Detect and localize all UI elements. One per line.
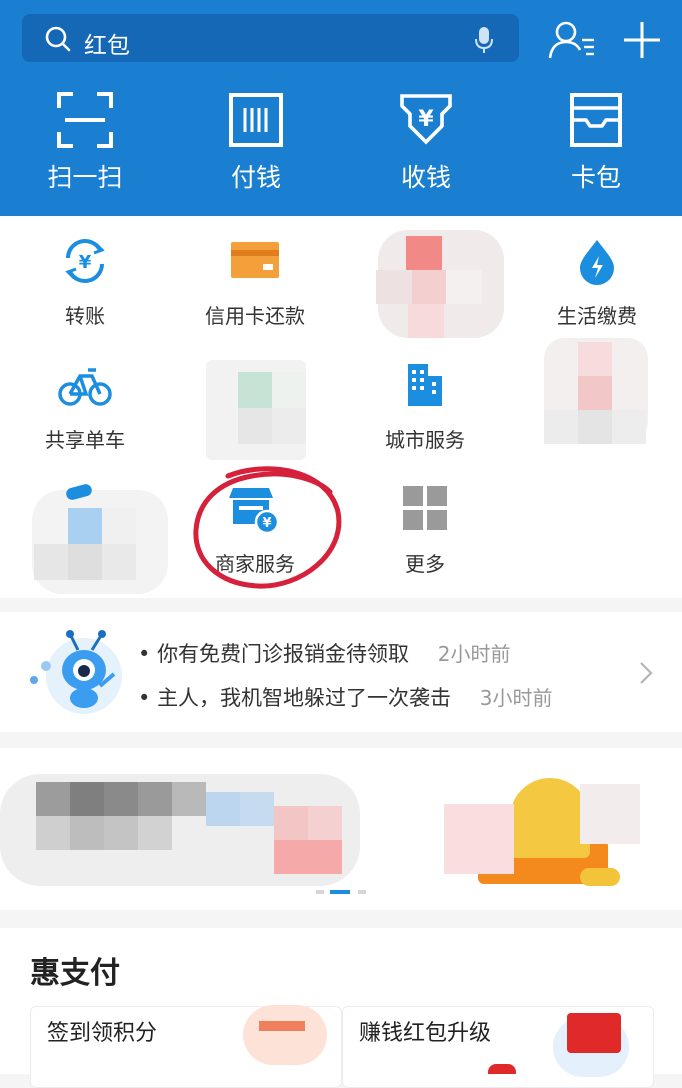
mosaic-tile bbox=[444, 804, 514, 874]
mosaic-tile bbox=[70, 816, 104, 850]
svg-text:¥: ¥ bbox=[79, 252, 92, 273]
service-credit-card[interactable]: 信用卡还款 bbox=[170, 236, 340, 329]
service-utility[interactable]: 生活缴费 bbox=[512, 236, 682, 329]
section-title: 惠支付 bbox=[30, 956, 120, 991]
news-text: 主人，我机智地躲过了一次袭击 bbox=[157, 686, 452, 710]
service-label: 更多 bbox=[405, 552, 445, 576]
redpacket-icon bbox=[567, 1013, 621, 1053]
bike-icon bbox=[58, 368, 112, 406]
scan-icon bbox=[57, 92, 113, 148]
service-city[interactable]: 城市服务 bbox=[340, 360, 510, 453]
city-icon bbox=[408, 364, 442, 406]
service-label: 信用卡还款 bbox=[205, 304, 305, 328]
cardpack-icon bbox=[570, 93, 622, 147]
scan-label: 扫一扫 bbox=[47, 163, 123, 192]
mosaic-tile bbox=[104, 782, 138, 816]
service-label: 城市服务 bbox=[385, 428, 465, 452]
pay-icon bbox=[229, 93, 283, 147]
mosaic-tile bbox=[36, 782, 70, 816]
calendar-top bbox=[259, 1021, 305, 1031]
calendar-icon bbox=[243, 1005, 327, 1065]
svg-text:¥: ¥ bbox=[418, 107, 434, 132]
service-bike[interactable]: 共享单车 bbox=[0, 360, 170, 453]
mosaic-tile bbox=[138, 782, 172, 816]
news-time: 2小时前 bbox=[437, 642, 511, 666]
news-item[interactable]: • 你有免费门诊报销金待领取 2小时前 bbox=[138, 638, 510, 668]
news-time: 3小时前 bbox=[479, 686, 553, 710]
mosaic-tile bbox=[580, 784, 640, 844]
service-label: 共享单车 bbox=[45, 428, 125, 452]
news-item[interactable]: • 主人，我机智地躲过了一次袭击 3小时前 bbox=[138, 682, 552, 712]
red-circle-annotation bbox=[193, 466, 342, 589]
card-title: 签到领积分 bbox=[47, 1021, 158, 1046]
page-dot[interactable] bbox=[316, 890, 324, 894]
cardpack-label: 卡包 bbox=[570, 163, 621, 192]
bullet-dot: • bbox=[138, 642, 158, 666]
page-dot-active[interactable] bbox=[330, 890, 350, 894]
pay-button[interactable]: 付钱 bbox=[196, 92, 316, 202]
news-text: 你有免费门诊报销金待领取 bbox=[157, 642, 410, 666]
microphone-icon[interactable] bbox=[474, 26, 494, 54]
receive-label: 收钱 bbox=[400, 163, 451, 192]
service-more[interactable]: 更多 bbox=[340, 484, 510, 577]
receive-icon: ¥ bbox=[400, 94, 452, 145]
search-box[interactable]: 红包 bbox=[22, 14, 519, 62]
banner-image-egg bbox=[510, 778, 590, 858]
service-label: 转账 bbox=[65, 304, 105, 328]
mosaic-tile bbox=[104, 816, 138, 850]
plus-icon[interactable] bbox=[622, 20, 662, 60]
page-dot[interactable] bbox=[358, 890, 366, 894]
mosaic-tile bbox=[70, 782, 104, 816]
news-section[interactable]: • 你有免费门诊报销金待领取 2小时前 • 主人，我机智地躲过了一次袭击 3小时… bbox=[0, 612, 682, 732]
transfer-icon: ¥ bbox=[65, 239, 105, 283]
mosaic-tile bbox=[138, 816, 172, 850]
receive-button[interactable]: ¥ 收钱 bbox=[366, 92, 486, 202]
mosaic-tile bbox=[206, 792, 240, 826]
hui-pay-section: 惠支付 签到领积分 赚钱红包升级 bbox=[0, 928, 682, 1088]
blurred-service bbox=[544, 338, 652, 446]
cardpack-button[interactable]: 卡包 bbox=[536, 92, 656, 202]
service-transfer[interactable]: ¥ 转账 bbox=[0, 236, 170, 329]
hui-card-checkin[interactable]: 签到领积分 bbox=[30, 1005, 342, 1088]
ant-mascot-icon bbox=[30, 630, 122, 714]
hui-card-redpacket[interactable]: 赚钱红包升级 bbox=[342, 1006, 654, 1088]
blurred-service bbox=[372, 226, 512, 346]
banner-coins bbox=[580, 868, 620, 886]
contacts-icon[interactable] bbox=[548, 20, 596, 60]
search-icon bbox=[45, 26, 71, 52]
mosaic-tile bbox=[308, 806, 342, 840]
scan-button[interactable]: 扫一扫 bbox=[25, 92, 145, 202]
utility-icon bbox=[580, 240, 614, 285]
blurred-service bbox=[32, 482, 172, 598]
card-title: 赚钱红包升级 bbox=[359, 1021, 492, 1046]
promo-banner[interactable] bbox=[0, 748, 682, 910]
service-label: 生活缴费 bbox=[557, 304, 637, 328]
mosaic-tile bbox=[274, 806, 308, 840]
notification-dot bbox=[488, 1064, 516, 1074]
credit-card-icon bbox=[231, 242, 279, 278]
mosaic-tile bbox=[36, 816, 70, 850]
search-text: 红包 bbox=[84, 33, 130, 59]
mosaic-tile bbox=[274, 840, 342, 874]
mosaic-tile bbox=[240, 792, 274, 826]
mosaic-tile bbox=[172, 782, 206, 816]
more-grid-icon bbox=[403, 486, 447, 530]
bullet-dot: • bbox=[138, 686, 158, 710]
pay-label: 付钱 bbox=[230, 163, 281, 192]
blurred-service bbox=[206, 360, 312, 466]
chevron-right-icon[interactable] bbox=[638, 660, 654, 686]
